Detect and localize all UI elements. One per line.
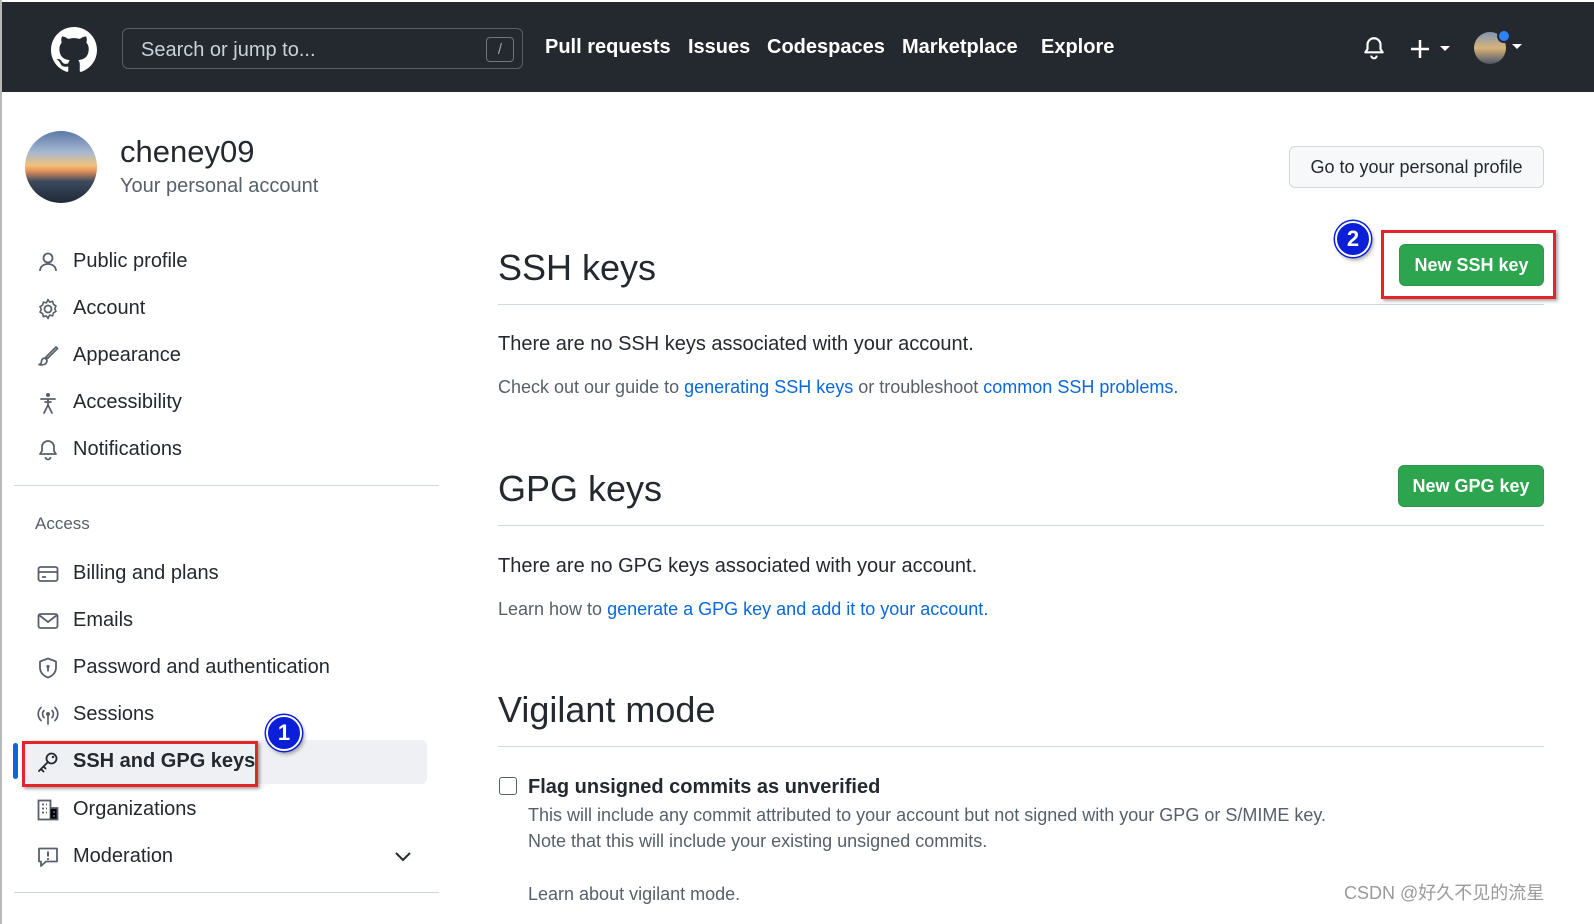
flag-unsigned-checkbox[interactable] (499, 777, 517, 795)
gpg-learn-text: Learn how to generate a GPG key and add … (498, 599, 988, 620)
sidebar-item-label: Billing and plans (73, 562, 219, 584)
paintbrush-icon (38, 346, 59, 366)
sidebar-item-label: Account (73, 297, 146, 319)
credit-card-icon (37, 566, 59, 582)
vigilant-divider (498, 746, 1544, 747)
person-icon (39, 252, 57, 272)
sidebar-item-account[interactable]: Account (24, 287, 427, 331)
sidebar-item-label: Password and authentication (73, 656, 330, 678)
sidebar-item-label: Notifications (73, 438, 182, 460)
gpg-divider (498, 525, 1544, 526)
search-shortcut-hint: / (486, 37, 514, 62)
gpg-empty-message: There are no GPG keys associated with yo… (498, 555, 978, 577)
sidebar-item-label: Organizations (73, 798, 197, 820)
ssh-keys-heading: SSH keys (498, 247, 657, 288)
generate-gpg-key-link[interactable]: generate a GPG key and add it to your ac… (607, 599, 983, 619)
ssh-empty-message: There are no SSH keys associated with yo… (498, 333, 974, 355)
watermark: CSDN @好久不见的流星 (1344, 883, 1545, 903)
ssh-divider (498, 304, 1544, 305)
sidebar-item-accessibility[interactable]: Accessibility (24, 381, 427, 425)
bell-icon (39, 440, 57, 461)
sidebar-item-label: Appearance (73, 344, 181, 366)
sidebar-item-public-profile[interactable]: Public profile (24, 240, 427, 284)
chevron-down-icon[interactable] (394, 850, 412, 864)
nav-codespaces[interactable]: Codespaces (767, 36, 885, 59)
sidebar-item-label: Public profile (73, 250, 188, 272)
chevron-down-icon[interactable] (1510, 42, 1524, 52)
search-placeholder: Search or jump to... (141, 39, 316, 61)
sidebar-divider (14, 892, 439, 893)
sidebar-item-moderation[interactable]: Moderation (24, 835, 427, 879)
active-indicator (13, 743, 18, 779)
organization-icon (37, 799, 59, 821)
annotation-badge-2: 2 (1335, 221, 1371, 257)
go-to-profile-button[interactable]: Go to your personal profile (1289, 146, 1544, 188)
bell-icon[interactable] (1361, 35, 1387, 61)
nav-issues[interactable]: Issues (688, 36, 750, 59)
avatar[interactable] (25, 131, 97, 203)
search-input[interactable]: Search or jump to... / (122, 28, 523, 69)
ssh-guide-prefix: Check out our guide to (498, 377, 685, 397)
mail-icon (37, 613, 59, 629)
sidebar-item-sessions[interactable]: Sessions (24, 693, 427, 737)
accessibility-icon (40, 393, 56, 414)
ssh-guide-text: Check out our guide to generating SSH ke… (498, 377, 1178, 398)
common-ssh-problems-link[interactable]: common SSH problems (983, 377, 1173, 397)
gpg-learn-prefix: Learn how to (498, 599, 608, 619)
annotation-box-ssh-gpg-keys (22, 741, 258, 787)
nav-explore[interactable]: Explore (1041, 36, 1114, 59)
generating-ssh-keys-link[interactable]: generating SSH keys (684, 377, 853, 397)
new-gpg-key-button[interactable]: New GPG key (1398, 465, 1544, 507)
vigilant-mode-heading: Vigilant mode (498, 689, 716, 730)
gear-icon (39, 298, 57, 320)
annotation-box-new-ssh-key (1381, 230, 1556, 299)
sidebar-item-notifications[interactable]: Notifications (24, 428, 427, 472)
ssh-guide-middle: or troubleshoot (853, 377, 984, 397)
sidebar-item-label: Emails (73, 609, 134, 631)
top-navbar: Search or jump to... / Pull requests Iss… (2, 2, 1594, 92)
report-icon (38, 847, 58, 867)
plus-dropdown-icon[interactable] (1410, 38, 1454, 60)
sidebar-item-emails[interactable]: Emails (24, 599, 427, 643)
gpg-keys-heading: GPG keys (498, 468, 663, 509)
window-edge (0, 0, 2, 924)
profile-username: cheney09 (120, 134, 255, 169)
vigilant-note-1: This will include any commit attributed … (528, 805, 1327, 825)
sidebar-item-label: Accessibility (73, 391, 182, 413)
sidebar-item-label: Moderation (73, 845, 174, 867)
github-logo-icon[interactable] (49, 27, 99, 73)
sidebar-item-label: Sessions (73, 703, 155, 725)
vigilant-note-2: Note that this will include your existin… (528, 831, 988, 851)
profile-subtitle: Your personal account (120, 175, 319, 197)
sidebar-item-appearance[interactable]: Appearance (24, 334, 427, 378)
broadcast-icon (37, 706, 59, 725)
sidebar-section-access: Access (35, 514, 90, 533)
annotation-badge-1: 1 (266, 715, 302, 751)
ssh-guide-suffix: . (1173, 377, 1179, 397)
notification-dot-icon (1497, 29, 1511, 43)
sidebar-item-organizations[interactable]: Organizations (24, 788, 427, 832)
nav-pull-requests[interactable]: Pull requests (545, 36, 671, 59)
flag-unsigned-label[interactable]: Flag unsigned commits as unverified (528, 776, 880, 799)
sidebar-item-password[interactable]: Password and authentication (24, 646, 427, 690)
nav-marketplace[interactable]: Marketplace (902, 36, 1018, 59)
sidebar-item-billing[interactable]: Billing and plans (24, 552, 427, 596)
sidebar-divider (14, 485, 439, 486)
learn-vigilant-mode-link[interactable]: Learn about vigilant mode. (528, 884, 740, 905)
shield-icon (39, 657, 57, 679)
gpg-learn-suffix: . (983, 599, 989, 619)
